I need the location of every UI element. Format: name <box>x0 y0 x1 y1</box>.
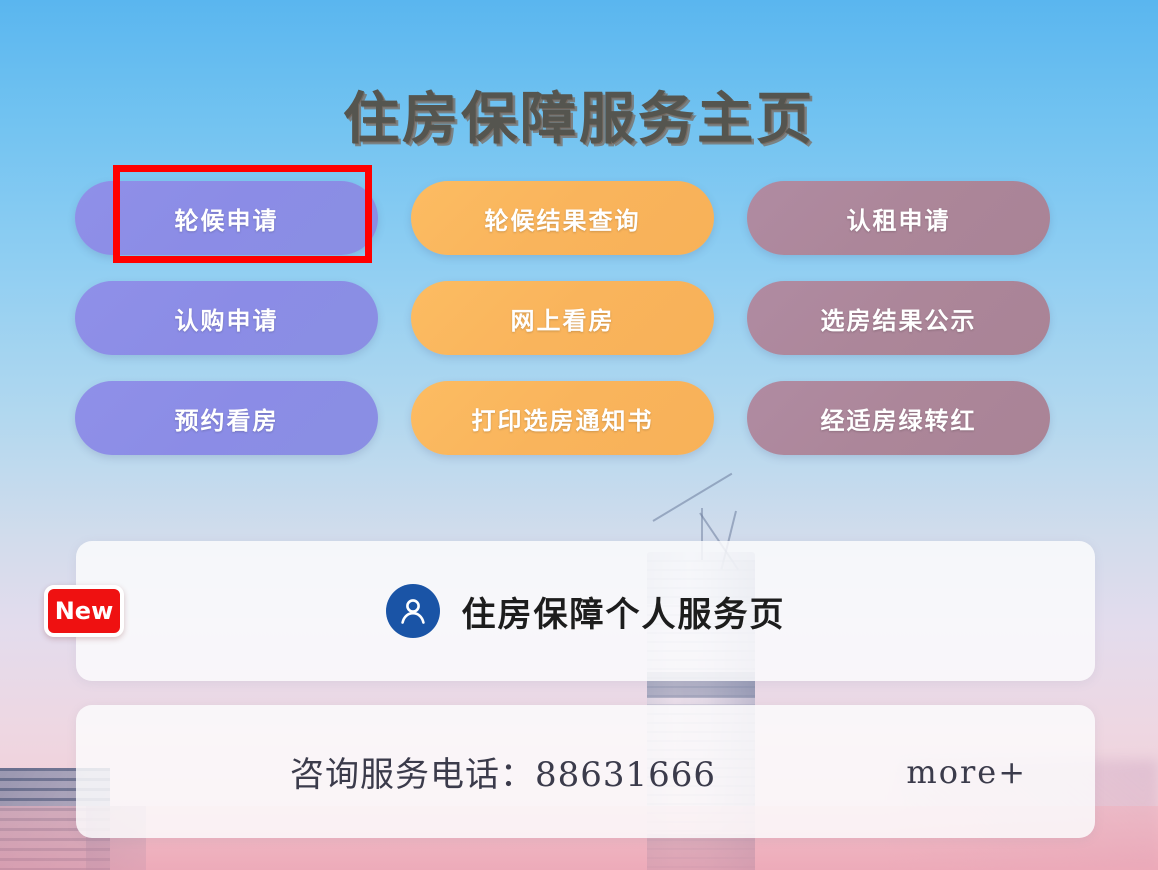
personal-service-label: 住房保障个人服务页 <box>461 594 786 635</box>
page-title: 住房保障服务主页 <box>343 87 815 152</box>
service-row-3: 预约看房 打印选房通知书 经适房绿转红 <box>75 381 1050 455</box>
service-row-2: 认购申请 网上看房 选房结果公示 <box>75 281 1050 355</box>
service-row-1: 轮候申请 轮候结果查询 认租申请 <box>75 181 1050 255</box>
service-button-renzu-shenqing[interactable]: 认租申请 <box>747 181 1050 255</box>
consultation-phone-text: 咨询服务电话：88631666 <box>290 755 717 795</box>
consultation-phone-row: 咨询服务电话：88631666 more+ <box>76 705 1095 838</box>
service-button-lunhou-shenqing[interactable]: 轮候申请 <box>75 181 378 255</box>
new-badge[interactable]: New <box>44 585 124 637</box>
service-button-lunhou-jieguo-chaxun[interactable]: 轮候结果查询 <box>411 181 714 255</box>
service-button-yuyue-kanfang[interactable]: 预约看房 <box>75 381 378 455</box>
service-button-grid: 轮候申请 轮候结果查询 认租申请 认购申请 网上看房 选房结果公示 预约看房 打… <box>75 181 1050 481</box>
user-avatar-icon <box>385 584 440 638</box>
personal-service-link[interactable]: 住房保障个人服务页 <box>76 541 1095 681</box>
service-button-jingshifang-lvzhuanhong[interactable]: 经适房绿转红 <box>747 381 1050 455</box>
service-button-xuanfang-jieguo-gongshi[interactable]: 选房结果公示 <box>747 281 1050 355</box>
housing-service-homepage: 住房保障服务主页 轮候申请 轮候结果查询 认租申请 认购申请 网上看房 选房结果… <box>0 0 1158 870</box>
service-button-wangshang-kanfang[interactable]: 网上看房 <box>411 281 714 355</box>
more-link[interactable]: more+ <box>906 753 1027 791</box>
service-button-dayin-xuanfang-tongzhishu[interactable]: 打印选房通知书 <box>411 381 714 455</box>
service-button-rengou-shenqing[interactable]: 认购申请 <box>75 281 378 355</box>
tower-base <box>647 834 755 870</box>
